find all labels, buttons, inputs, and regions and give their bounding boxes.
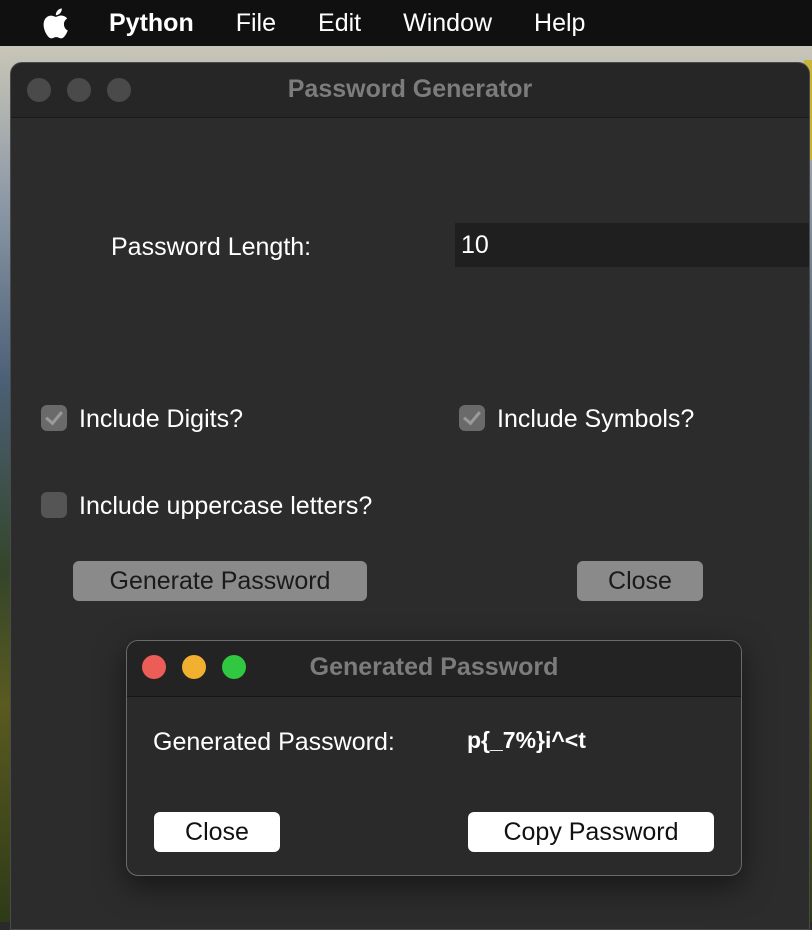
include-uppercase-label: Include uppercase letters? — [79, 492, 373, 520]
window-title: Password Generator — [287, 75, 533, 103]
generate-password-button[interactable]: Generate Password — [73, 561, 367, 601]
copy-password-button[interactable]: Copy Password — [468, 812, 714, 852]
menu-window[interactable]: Window — [403, 9, 492, 38]
include-digits-checkbox[interactable] — [41, 405, 67, 431]
generated-password-dialog: Generated Password Generated Password: p… — [126, 640, 742, 876]
include-symbols-checkbox[interactable] — [459, 405, 485, 431]
include-symbols-label: Include Symbols? — [497, 405, 695, 433]
dialog-close-button[interactable]: Close — [154, 812, 280, 852]
menu-help[interactable]: Help — [534, 9, 585, 38]
menu-app-name[interactable]: Python — [109, 9, 194, 38]
menubar: Python File Edit Window Help — [0, 0, 812, 46]
close-button[interactable]: Close — [577, 561, 703, 601]
password-length-label: Password Length: — [111, 233, 312, 261]
main-titlebar: Password Generator — [11, 63, 809, 118]
menu-file[interactable]: File — [236, 9, 276, 38]
apple-logo-icon[interactable] — [40, 7, 70, 39]
password-length-input[interactable] — [455, 223, 809, 267]
include-uppercase-checkbox[interactable] — [41, 492, 67, 518]
menu-edit[interactable]: Edit — [318, 9, 361, 38]
dialog-titlebar: Generated Password — [127, 641, 741, 697]
generated-password-label: Generated Password: — [153, 728, 395, 756]
dialog-title: Generated Password — [309, 653, 559, 681]
include-digits-label: Include Digits? — [79, 405, 243, 433]
generated-password-value: p{_7%}i^<t — [467, 727, 586, 753]
